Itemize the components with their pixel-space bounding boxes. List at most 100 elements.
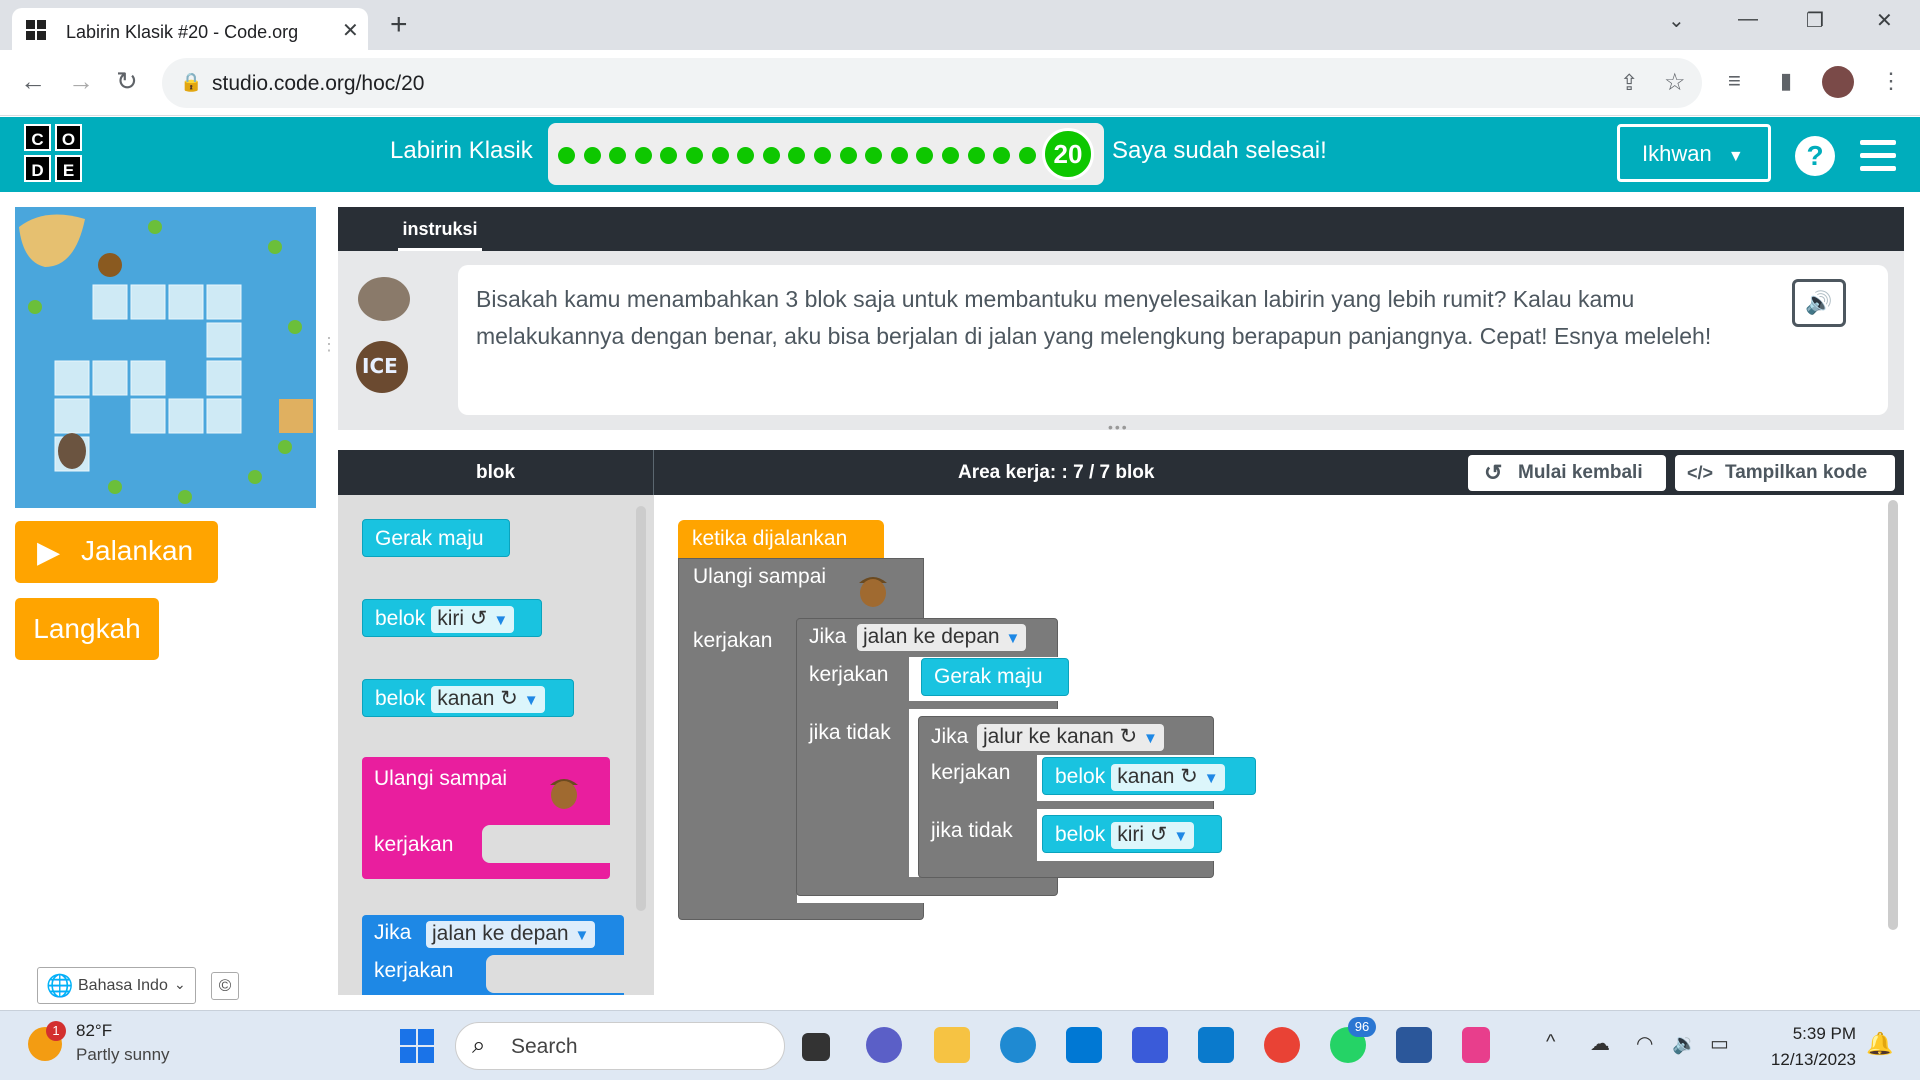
vscode-icon[interactable] xyxy=(1198,1027,1234,1063)
block-label: Gerak maju xyxy=(934,665,1043,688)
bookmark-star-icon[interactable]: ☆ xyxy=(1664,68,1686,97)
progress-dot[interactable] xyxy=(839,147,857,164)
volume-icon[interactable]: 🔉 xyxy=(1672,1031,1697,1056)
reading-list-icon[interactable]: ≡ xyxy=(1728,68,1741,94)
profile-avatar[interactable] xyxy=(1822,66,1854,98)
progress-dot[interactable] xyxy=(942,147,959,164)
back-icon[interactable]: ← xyxy=(20,66,46,97)
chrome-icon[interactable] xyxy=(1264,1027,1300,1063)
show-code-button[interactable]: </> Tampilkan kode xyxy=(1675,455,1895,491)
block-label: jika tidak xyxy=(809,721,891,744)
level-title[interactable]: Labirin Klasik xyxy=(390,137,533,165)
progress-dot[interactable] xyxy=(1018,147,1036,164)
finished-link[interactable]: Saya sudah selesai! xyxy=(1112,137,1327,165)
browser-tab[interactable]: Labirin Klasik #20 - Code.org ✕ xyxy=(12,8,368,50)
battery-icon[interactable]: ▭ xyxy=(1710,1031,1729,1056)
progress-dot[interactable] xyxy=(686,147,703,164)
resize-handle-icon[interactable]: ⋮ xyxy=(320,335,338,353)
mathway-app-icon[interactable] xyxy=(1132,1027,1168,1063)
snipping-tool-icon[interactable] xyxy=(1462,1027,1490,1063)
condition-dropdown[interactable]: jalur ke kanan ↻ ▼ xyxy=(977,724,1164,751)
windows-start-icon[interactable] xyxy=(400,1029,434,1063)
minimize-icon[interactable]: — xyxy=(1738,8,1758,31)
progress-dot[interactable] xyxy=(737,147,755,164)
system-clock[interactable]: 5:39 PM 12/13/2023 xyxy=(1760,1021,1856,1073)
address-bar[interactable]: 🔒 studio.code.org/hoc/20 ⇪ ☆ xyxy=(162,58,1702,108)
tab-instructions[interactable]: instruksi xyxy=(398,207,482,251)
toolbox-turn-right-block[interactable]: belok kanan ↻ ▼ xyxy=(362,679,574,717)
wifi-icon[interactable]: ◠ xyxy=(1636,1031,1653,1056)
progress-dot[interactable] xyxy=(558,147,575,164)
run-button[interactable]: ▶ Jalankan xyxy=(15,521,218,583)
condition-dropdown[interactable]: jalan ke depan ▼ xyxy=(426,921,596,948)
reload-icon[interactable]: ↻ xyxy=(116,66,138,97)
file-explorer-icon[interactable] xyxy=(934,1027,970,1063)
taskbar-search[interactable]: ⌕ Search xyxy=(455,1022,785,1070)
progress-dot[interactable] xyxy=(916,147,934,164)
progress-dot[interactable] xyxy=(634,147,652,164)
progress-dot[interactable] xyxy=(609,147,627,164)
codeorg-logo[interactable]: C O D E xyxy=(24,124,86,186)
restore-icon[interactable]: ❐ xyxy=(1806,8,1824,33)
task-view-icon[interactable] xyxy=(802,1033,830,1061)
current-level-number[interactable]: 20 xyxy=(1042,128,1094,180)
word-icon[interactable] xyxy=(1396,1027,1432,1063)
direction-dropdown[interactable]: kanan ↻ ▼ xyxy=(431,686,545,713)
condition-dropdown[interactable]: jalan ke depan ▼ xyxy=(857,624,1027,651)
edge-browser-icon[interactable] xyxy=(1000,1027,1036,1063)
progress-dot[interactable] xyxy=(993,147,1011,164)
copyright-button[interactable]: © xyxy=(211,972,239,1000)
progress-dot[interactable] xyxy=(967,147,985,164)
toolbox-repeat-until-block[interactable]: Ulangi sampai kerjakan xyxy=(362,757,610,879)
show-code-label: Tampilkan kode xyxy=(1725,462,1868,483)
nested-if-else-block[interactable]: Jika jalur ke kanan ↻ ▼ kerjakan jika ti… xyxy=(918,716,1215,878)
progress-dot[interactable] xyxy=(788,147,806,164)
toolbox-scrollbar[interactable] xyxy=(636,506,646,911)
block-label: belok xyxy=(1055,765,1106,788)
more-menu-icon[interactable]: ⋮ xyxy=(1880,68,1902,94)
onedrive-icon[interactable]: ☁ xyxy=(1590,1031,1610,1056)
progress-dot[interactable] xyxy=(814,147,831,164)
close-tab-icon[interactable]: ✕ xyxy=(342,18,359,43)
step-button[interactable]: Langkah xyxy=(15,598,159,660)
reset-label: Mulai kembali xyxy=(1518,462,1643,483)
progress-dot[interactable] xyxy=(890,147,908,164)
text-to-speech-icon[interactable]: 🔊 xyxy=(1792,279,1846,327)
hamburger-menu-icon[interactable] xyxy=(1860,140,1896,179)
turn-left-block[interactable]: belok kiri ↺ ▼ xyxy=(1042,815,1222,853)
direction-dropdown[interactable]: kiri ↺ ▼ xyxy=(431,606,515,633)
toolbox-move-forward-block[interactable]: Gerak maju xyxy=(362,519,510,557)
direction-dropdown[interactable]: kiri ↺ ▼ xyxy=(1111,822,1195,849)
program-workspace[interactable]: ketika dijalankan Ulangi sampai kerjakan… xyxy=(656,495,1904,995)
direction-dropdown[interactable]: kanan ↻ ▼ xyxy=(1111,764,1225,791)
turn-right-block[interactable]: belok kanan ↻ ▼ xyxy=(1042,757,1256,795)
progress-dot[interactable] xyxy=(762,147,780,164)
block-label: Jika xyxy=(931,725,969,748)
windows-taskbar: 1 82°F Partly sunny ⌕ Search 96 ^ ☁ ◠ 🔉 … xyxy=(0,1010,1920,1080)
user-menu-button[interactable]: Ikhwan ▼ xyxy=(1617,124,1771,182)
new-tab-icon[interactable]: + xyxy=(390,8,408,42)
chevron-up-icon[interactable]: ^ xyxy=(1546,1031,1555,1054)
help-button[interactable]: ? xyxy=(1795,136,1835,176)
notifications-bell-icon[interactable]: 🔔 xyxy=(1866,1031,1893,1057)
reset-button[interactable]: ↺ Mulai kembali xyxy=(1468,455,1666,491)
progress-dot[interactable] xyxy=(865,147,883,164)
globe-icon: 🌐 xyxy=(46,973,74,998)
tab-search-icon[interactable]: ⌄ xyxy=(1668,8,1685,33)
move-forward-block[interactable]: Gerak maju xyxy=(921,658,1069,696)
side-panel-icon[interactable]: ▮ xyxy=(1780,68,1792,94)
toolbox-turn-left-block[interactable]: belok kiri ↺ ▼ xyxy=(362,599,542,637)
close-window-icon[interactable]: ✕ xyxy=(1876,8,1893,33)
share-icon[interactable]: ⇪ xyxy=(1620,70,1638,96)
resize-dots-icon[interactable]: ••• xyxy=(1108,419,1129,435)
microsoft-store-icon[interactable] xyxy=(1066,1027,1102,1063)
progress-dot[interactable] xyxy=(711,147,729,164)
language-select[interactable]: 🌐 Bahasa Indo ⌄ xyxy=(37,967,196,1004)
teams-chat-icon[interactable] xyxy=(866,1027,902,1063)
forward-icon[interactable]: → xyxy=(68,66,94,97)
progress-dot[interactable] xyxy=(583,147,601,164)
toolbox-if-path-block[interactable]: Jika jalan ke depan ▼ kerjakan xyxy=(362,915,624,995)
progress-dot[interactable] xyxy=(660,147,678,164)
workspace-scrollbar[interactable] xyxy=(1888,500,1898,930)
when-run-block[interactable]: ketika dijalankan xyxy=(678,520,884,558)
